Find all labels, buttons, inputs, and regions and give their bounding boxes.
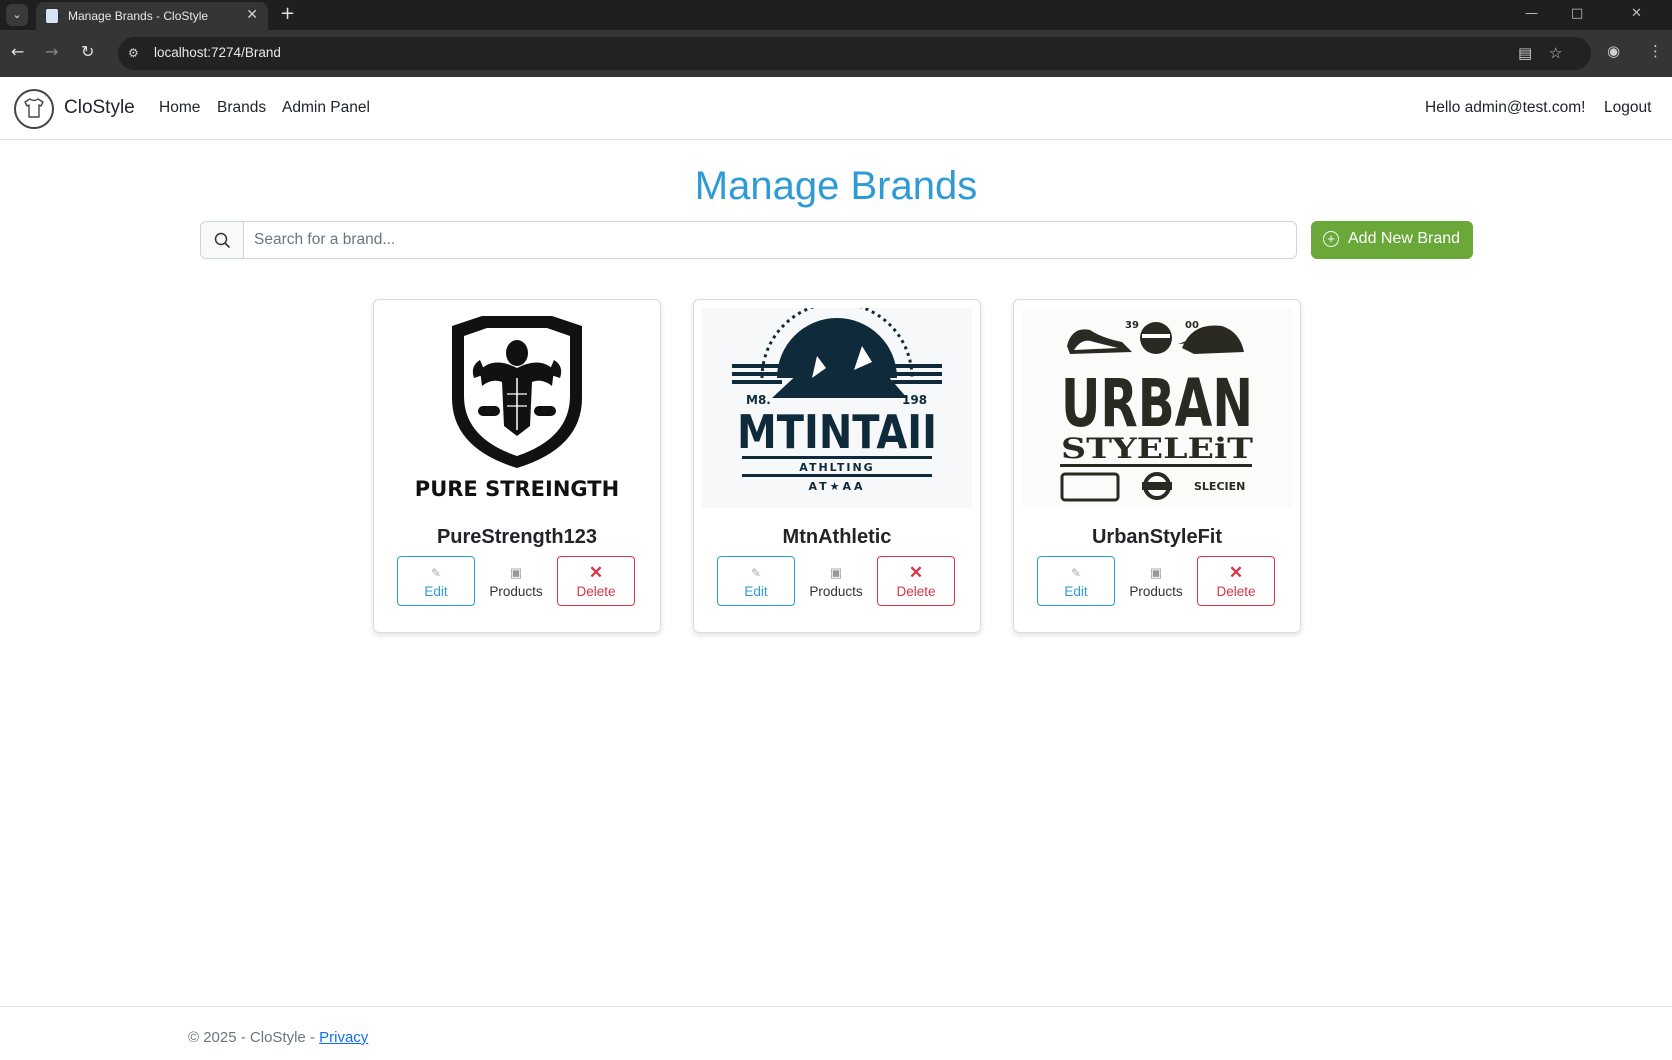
logo-text: 00 (1185, 320, 1199, 331)
logout-link[interactable]: Logout (1604, 99, 1651, 117)
x-icon: ✕ (588, 563, 604, 582)
cart-icon: ▣ (1149, 565, 1163, 580)
delete-button[interactable]: ✕ Delete (877, 556, 955, 606)
page-title: Manage Brands (694, 164, 978, 208)
delete-button[interactable]: ✕ Delete (557, 556, 635, 606)
brand-name: MtnAthletic (782, 526, 892, 548)
logo-text: PURE STREINGTH (415, 477, 619, 501)
search-input[interactable] (244, 222, 1304, 258)
browser-tab[interactable]: Manage Brands - CloStyle ✕ (36, 2, 268, 30)
logo-text: AT★AA (808, 480, 865, 493)
navbar-brand[interactable]: CloStyle (64, 97, 135, 119)
translate-icon[interactable]: ▤ (1518, 44, 1532, 62)
search-addon (201, 222, 244, 258)
logo-text: ATHLTING (799, 461, 874, 474)
products-label: Products (809, 584, 863, 599)
site-info-icon[interactable]: ⚙ (128, 46, 139, 60)
nav-brands[interactable]: Brands (217, 99, 266, 117)
browser-tab-bar: ⌄ Manage Brands - CloStyle ✕ + — □ ✕ (0, 0, 1672, 30)
brand-logo-image: 39 00 URBAN STYELEiT SLECIEN (1022, 308, 1292, 508)
edit-label: Edit (744, 584, 768, 599)
add-new-brand-button[interactable]: + Add New Brand (1311, 221, 1473, 259)
footer-text: © 2025 - CloStyle - Privacy (188, 1029, 368, 1046)
x-icon: ✕ (1228, 563, 1244, 582)
bookmark-star-icon[interactable]: ☆ (1549, 44, 1562, 62)
tab-title: Manage Brands - CloStyle (68, 9, 209, 23)
delete-label: Delete (1216, 584, 1256, 599)
reload-icon[interactable]: ↻ (81, 42, 94, 61)
window-close-icon[interactable]: ✕ (1631, 6, 1642, 21)
cart-icon: ▣ (829, 565, 843, 580)
edit-label: Edit (1064, 584, 1088, 599)
logo-text: 39 (1125, 320, 1139, 331)
minimize-icon[interactable]: — (1525, 6, 1538, 21)
profile-icon[interactable]: ◉ (1607, 42, 1620, 60)
forward-icon[interactable]: → (45, 42, 58, 61)
x-icon: ✕ (908, 563, 924, 582)
pencil-icon: ✎ (1070, 566, 1082, 580)
nav-home[interactable]: Home (159, 99, 200, 117)
logo-text: URBAN (1061, 365, 1253, 442)
tab-search-dropdown-icon[interactable]: ⌄ (6, 4, 28, 26)
edit-button[interactable]: ✎ Edit (397, 556, 475, 606)
logo-text: MTINTAII (737, 405, 937, 459)
omnibox[interactable]: ⚙ localhost:7274/Brand ▤ ☆ (118, 37, 1591, 70)
clostyle-logo[interactable] (14, 89, 54, 129)
pencil-icon: ✎ (750, 566, 762, 580)
brand-card: 39 00 URBAN STYELEiT SLECIEN UrbanStyleF… (1013, 299, 1301, 633)
edit-button[interactable]: ✎ Edit (717, 556, 795, 606)
menu-dots-icon[interactable]: ⋮ (1648, 42, 1663, 60)
cart-icon: ▣ (509, 565, 523, 580)
brand-name: PureStrength123 (436, 526, 598, 548)
logo-text: STYELEiT (1061, 432, 1253, 465)
back-icon[interactable]: ← (11, 42, 24, 61)
shirt-icon (24, 98, 44, 118)
user-greeting[interactable]: Hello admin@test.com! (1425, 99, 1585, 117)
brand-logo-image: PURE STREINGTH (382, 308, 652, 508)
edit-button[interactable]: ✎ Edit (1037, 556, 1115, 606)
tab-close-icon[interactable]: ✕ (246, 7, 258, 23)
products-label: Products (1129, 584, 1183, 599)
products-button[interactable]: ▣ Products (1117, 556, 1195, 606)
pencil-icon: ✎ (430, 566, 442, 580)
brand-card: M8. 198 MTINTAII ATHLTING AT★AA MtnAthle… (693, 299, 981, 633)
products-label: Products (489, 584, 543, 599)
delete-label: Delete (896, 584, 936, 599)
privacy-link[interactable]: Privacy (319, 1029, 368, 1046)
site-navbar: CloStyle Home Brands Admin Panel Hello a… (0, 77, 1672, 140)
nav-admin-panel[interactable]: Admin Panel (282, 99, 370, 117)
delete-label: Delete (576, 584, 616, 599)
products-button[interactable]: ▣ Products (477, 556, 555, 606)
logo-text: SLECIEN (1194, 480, 1245, 493)
plus-circle-icon: + (1323, 231, 1339, 247)
edit-label: Edit (424, 584, 448, 599)
brand-card: PURE STREINGTH PureStrength123 ✎ Edit ▣ … (373, 299, 661, 633)
url-text[interactable]: localhost:7274/Brand (154, 45, 281, 60)
browser-address-bar: ← → ↻ ⚙ localhost:7274/Brand ▤ ☆ ◉ ⋮ (0, 30, 1672, 77)
delete-button[interactable]: ✕ Delete (1197, 556, 1275, 606)
brand-search (200, 221, 1304, 259)
brand-name: UrbanStyleFit (1091, 526, 1223, 548)
page-favicon-icon (46, 9, 58, 23)
brand-logo-image: M8. 198 MTINTAII ATHLTING AT★AA (702, 308, 972, 508)
products-button[interactable]: ▣ Products (797, 556, 875, 606)
site-footer: © 2025 - CloStyle - Privacy (0, 1006, 1672, 1060)
maximize-icon[interactable]: □ (1571, 6, 1583, 21)
add-new-brand-label: Add New Brand (1348, 230, 1461, 247)
copyright-text: © 2025 - CloStyle - (188, 1029, 320, 1046)
new-tab-icon[interactable]: + (280, 3, 295, 24)
search-icon (214, 232, 230, 248)
